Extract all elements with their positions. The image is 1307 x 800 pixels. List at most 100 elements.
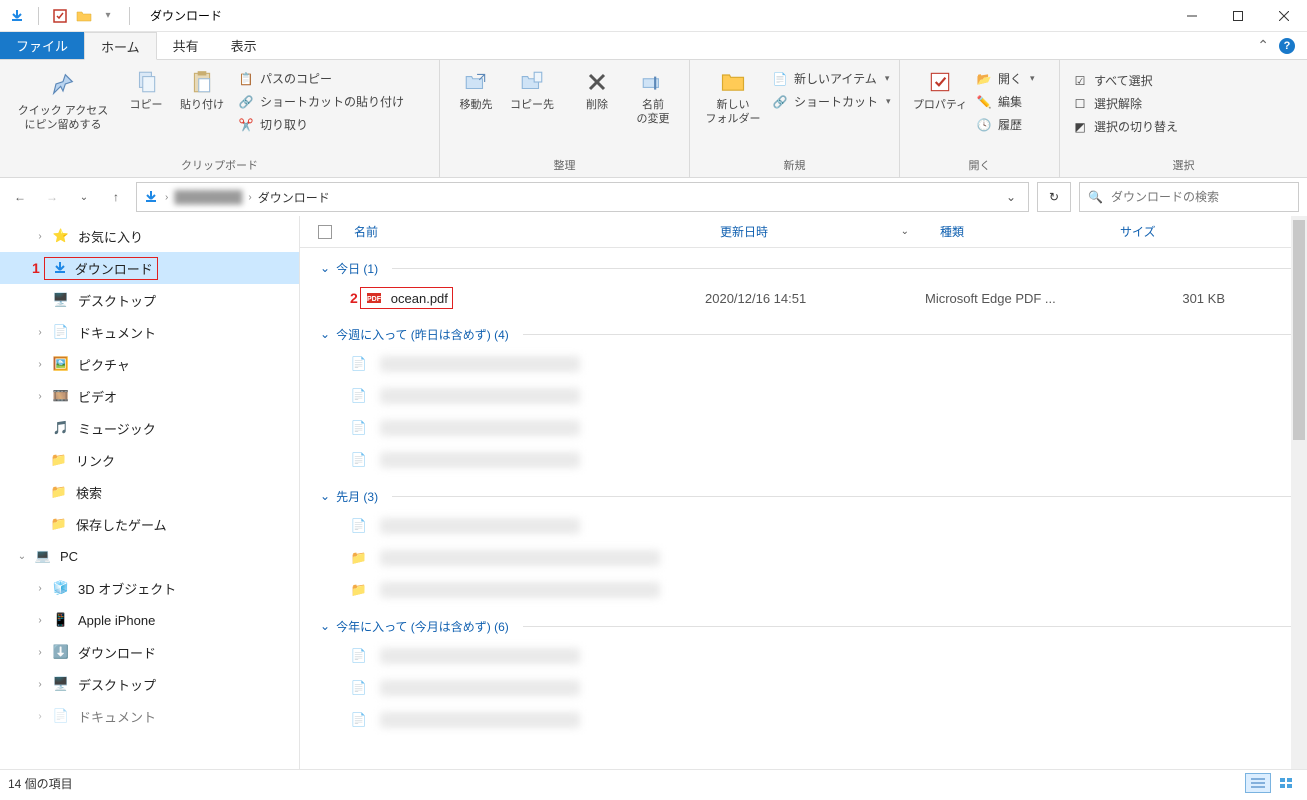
qat-save-icon[interactable] [8,7,26,25]
select-all-checkbox[interactable] [300,225,350,239]
search-box[interactable]: 🔍 [1079,182,1299,212]
delete-button[interactable]: 削除 [569,64,625,112]
properties-button[interactable]: プロパティ [908,64,972,112]
file-row-blurred[interactable]: 📁 [300,542,1307,574]
chevron-right-icon[interactable]: › [165,192,168,203]
copy-button[interactable]: コピー [118,64,174,112]
tree-item-documents-2[interactable]: ›📄ドキュメント [0,700,299,732]
column-date[interactable]: 更新日時⌄ [720,223,940,240]
rename-button[interactable]: 名前 の変更 [625,64,681,127]
chevron-right-icon[interactable]: › [32,327,48,338]
tree-item-documents[interactable]: ›📄ドキュメント [0,316,299,348]
cut-button[interactable]: ✂️切り取り [238,116,404,133]
chevron-down-icon[interactable]: ⌄ [320,327,330,341]
paste-shortcut-button[interactable]: 🔗ショートカットの貼り付け [238,93,404,110]
chevron-down-icon[interactable]: ⌄ [320,489,330,503]
search-input[interactable] [1111,190,1290,204]
new-shortcut-button[interactable]: 🔗ショートカット▾ [772,93,891,110]
invert-selection-button[interactable]: ◩選択の切り替え [1072,118,1178,135]
chevron-right-icon[interactable]: › [248,192,251,203]
view-details-button[interactable] [1245,773,1271,793]
group-header-today[interactable]: ⌄今日 (1) [300,254,1307,282]
pin-to-quick-access-button[interactable]: クイック アクセス にピン留めする [8,64,118,133]
file-row-blurred[interactable]: 📄 [300,672,1307,704]
tree-item-searches[interactable]: 📁検索 [0,476,299,508]
tree-item-pc[interactable]: ⌄💻PC [0,540,299,572]
view-large-icons-button[interactable] [1273,773,1299,793]
file-row-blurred[interactable]: 📄 [300,510,1307,542]
nav-forward-button[interactable]: → [40,185,64,209]
close-button[interactable] [1261,0,1307,32]
group-header-thisweek[interactable]: ⌄今週に入って (昨日は含めず) (4) [300,320,1307,348]
refresh-button[interactable]: ↻ [1037,182,1071,212]
tab-share[interactable]: 共有 [157,32,215,59]
tree-item-3dobjects[interactable]: ›🧊3D オブジェクト [0,572,299,604]
select-all-button[interactable]: ☑すべて選択 [1072,72,1178,89]
tab-view[interactable]: 表示 [215,32,273,59]
column-name[interactable]: 名前 [350,223,720,240]
tree-item-videos[interactable]: ›🎞️ビデオ [0,380,299,412]
group-header-lastmonth[interactable]: ⌄先月 (3) [300,482,1307,510]
address-segment-blurred[interactable]: ████████ [174,190,242,204]
file-row-blurred[interactable]: 📄 [300,704,1307,736]
chevron-right-icon[interactable]: › [32,647,48,658]
new-folder-button[interactable]: 新しい フォルダー [698,64,768,127]
help-icon[interactable]: ? [1279,38,1295,54]
copy-path-button[interactable]: 📋パスのコピー [238,70,404,87]
copy-to-button[interactable]: コピー先 [504,64,560,112]
file-row-blurred[interactable]: 📁 [300,574,1307,606]
tab-home[interactable]: ホーム [84,32,157,60]
chevron-right-icon[interactable]: › [32,359,48,370]
chevron-right-icon[interactable]: › [32,615,48,626]
tree-item-pictures[interactable]: ›🖼️ピクチャ [0,348,299,380]
column-type[interactable]: 種類 [940,223,1120,240]
vertical-scrollbar[interactable] [1291,216,1307,769]
qat-properties-icon[interactable] [51,7,69,25]
chevron-right-icon[interactable]: › [32,583,48,594]
file-row-blurred[interactable]: 📄 [300,444,1307,476]
tree-item-music[interactable]: 🎵ミュージック [0,412,299,444]
tab-file[interactable]: ファイル [0,32,84,59]
address-bar[interactable]: › ████████ › ダウンロード ⌄ [136,182,1029,212]
nav-up-button[interactable]: ↑ [104,185,128,209]
nav-back-button[interactable]: ← [8,185,32,209]
tree-item-desktop[interactable]: 🖥️デスクトップ [0,284,299,316]
maximize-button[interactable] [1215,0,1261,32]
file-row-blurred[interactable]: 📄 [300,412,1307,444]
chevron-down-icon[interactable]: ⌄ [320,261,330,275]
paste-button[interactable]: 貼り付け [174,64,230,112]
file-row-blurred[interactable]: 📄 [300,348,1307,380]
chevron-right-icon[interactable]: › [32,679,48,690]
address-segment-current[interactable]: ダウンロード [258,189,330,206]
file-row-blurred[interactable]: 📄 [300,380,1307,412]
chevron-right-icon[interactable]: › [32,231,48,242]
new-item-button[interactable]: 📄新しいアイテム▾ [772,70,891,87]
move-to-button[interactable]: 移動先 [448,64,504,112]
column-size[interactable]: サイズ [1120,223,1240,240]
tree-item-iphone[interactable]: ›📱Apple iPhone [0,604,299,636]
tree-item-downloads-2[interactable]: ›⬇️ダウンロード [0,636,299,668]
qat-folder-icon[interactable] [75,7,93,25]
chevron-down-icon[interactable]: ⌄ [320,619,330,633]
chevron-down-icon[interactable]: ⌄ [14,551,30,562]
open-button[interactable]: 📂開く▾ [976,70,1035,87]
tree-item-favorites[interactable]: ›⭐お気に入り [0,220,299,252]
ribbon-collapse-icon[interactable]: ⌃ [1257,37,1269,54]
group-header-thisyear[interactable]: ⌄今年に入って (今月は含めず) (6) [300,612,1307,640]
tree-item-links[interactable]: 📁リンク [0,444,299,476]
scrollbar-thumb[interactable] [1293,220,1305,440]
tree-item-savedgames[interactable]: 📁保存したゲーム [0,508,299,540]
tree-item-desktop-2[interactable]: ›🖥️デスクトップ [0,668,299,700]
nav-recent-button[interactable]: ⌄ [72,185,96,209]
address-dropdown-icon[interactable]: ⌄ [1000,190,1022,204]
chevron-right-icon[interactable]: › [32,711,48,722]
edit-button[interactable]: ✏️編集 [976,93,1035,110]
history-button[interactable]: 🕓履歴 [976,116,1035,133]
file-row-blurred[interactable]: 📄 [300,640,1307,672]
tree-item-downloads[interactable]: 1 ダウンロード [0,252,299,284]
qat-dropdown-icon[interactable]: ▾ [99,7,117,25]
select-none-button[interactable]: ☐選択解除 [1072,95,1178,112]
file-row-ocean[interactable]: 2 PDF ocean.pdf 2020/12/16 14:51 Microso… [300,282,1307,314]
minimize-button[interactable] [1169,0,1215,32]
chevron-right-icon[interactable]: › [32,391,48,402]
